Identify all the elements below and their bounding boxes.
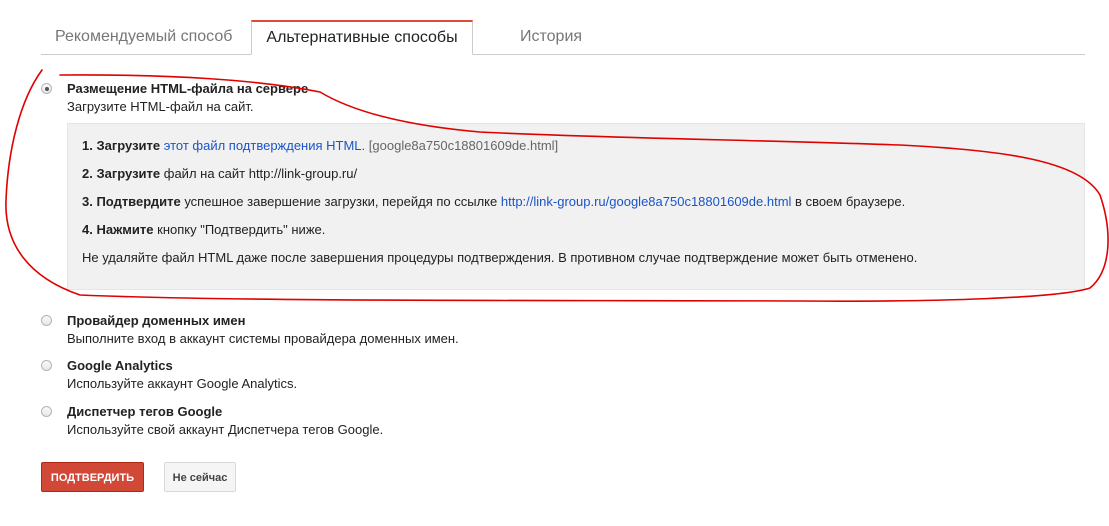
verification-page: Рекомендуемый способ Альтернативные спос… xyxy=(0,0,1109,526)
method-tabs: Рекомендуемый способ Альтернативные спос… xyxy=(41,20,1085,55)
step-4: 4. Нажмите кнопку "Подтвердить" ниже. xyxy=(82,222,326,237)
radio-google-analytics[interactable] xyxy=(41,360,52,371)
not-now-button[interactable]: Не сейчас xyxy=(164,462,236,492)
method-description: Выполните вход в аккаунт системы провайд… xyxy=(67,331,459,346)
radio-tag-manager[interactable] xyxy=(41,406,52,417)
verification-file-link[interactable]: этот файл подтверждения HTML. xyxy=(164,138,365,153)
warning-note: Не удаляйте файл HTML даже после заверше… xyxy=(82,250,918,265)
tab-recommended[interactable]: Рекомендуемый способ xyxy=(55,20,232,54)
method-title: Размещение HTML-файла на сервере xyxy=(67,81,309,96)
file-name: [google8a750c18801609de.html] xyxy=(368,138,559,153)
step-2: 2. Загрузите файл на сайт http://link-gr… xyxy=(82,166,358,181)
tab-alternative[interactable]: Альтернативные способы xyxy=(251,20,473,55)
method-description: Используйте аккаунт Google Analytics. xyxy=(67,376,298,391)
method-title: Google Analytics xyxy=(67,358,173,373)
step-1: 1. Загрузите этот файл подтверждения HTM… xyxy=(82,138,559,153)
instructions-panel: 1. Загрузите этот файл подтверждения HTM… xyxy=(67,123,1085,290)
method-title: Диспетчер тегов Google xyxy=(67,404,223,419)
verification-url-link[interactable]: http://link-group.ru/google8a750c1880160… xyxy=(501,194,792,209)
radio-html-file[interactable] xyxy=(41,83,52,94)
confirm-button[interactable]: ПОДТВЕРДИТЬ xyxy=(41,462,144,492)
step-3: 3. Подтвердите успешное завершение загру… xyxy=(82,194,906,209)
method-description: Используйте свой аккаунт Диспетчера тего… xyxy=(67,422,384,437)
tab-history[interactable]: История xyxy=(520,20,582,54)
method-title: Провайдер доменных имен xyxy=(67,313,246,328)
radio-domain-provider[interactable] xyxy=(41,315,52,326)
method-description: Загрузите HTML-файл на сайт. xyxy=(67,99,254,114)
